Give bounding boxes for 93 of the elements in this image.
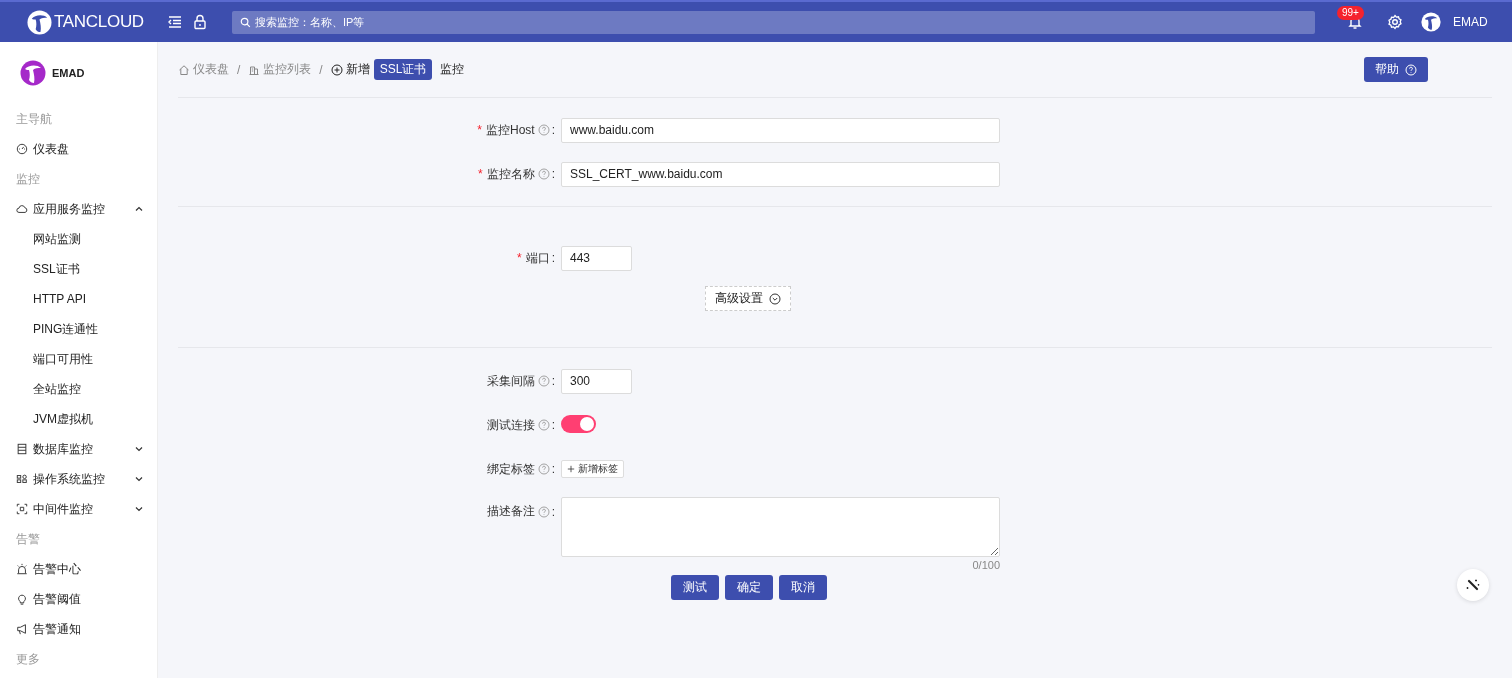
character-counter: 0/100 <box>972 559 1000 571</box>
label-colon: : <box>551 418 555 432</box>
breadcrumb-separator: / <box>237 62 241 77</box>
bulb-icon <box>16 593 28 605</box>
nav-item[interactable]: 全站监控 <box>0 374 157 404</box>
nav-item[interactable]: 仪表盘 <box>0 134 157 164</box>
description-field[interactable] <box>561 497 1000 557</box>
notification-badge: 99+ <box>1337 6 1364 20</box>
nav-item[interactable]: 操作系统监控 <box>0 464 157 494</box>
help-icon[interactable] <box>537 124 550 136</box>
nav-group-title: 告警 <box>15 531 41 548</box>
field-label: 监控Host <box>485 121 535 139</box>
logo-icon <box>27 9 52 35</box>
text-field[interactable]: www.baidu.com <box>561 117 1000 143</box>
nav-item[interactable]: 告警中心 <box>0 554 157 584</box>
breadcrumb-link[interactable]: 监控列表 <box>248 61 312 78</box>
required-mark: * <box>478 167 483 181</box>
menu-icon[interactable] <box>167 14 183 30</box>
action-button[interactable]: 确定 <box>725 575 773 600</box>
number-field[interactable]: 300 <box>561 368 632 394</box>
number-field[interactable]: 443 <box>561 245 632 271</box>
nav-item[interactable]: PING连通性 <box>0 314 157 344</box>
nav-item[interactable]: 应用服务监控 <box>0 194 157 224</box>
field-label: 测试连接 <box>486 416 535 434</box>
breadcrumb-current: 新增 <box>345 61 370 78</box>
nav-item[interactable]: SSL证书 <box>0 254 157 284</box>
plus-icon <box>567 465 575 473</box>
db-icon <box>16 443 28 455</box>
help-button[interactable]: 帮助 <box>1364 57 1428 82</box>
advanced-settings-button[interactable]: 高级设置 <box>705 286 791 311</box>
nav-item[interactable]: JVM虚拟机 <box>0 404 157 434</box>
label-colon: : <box>551 504 555 519</box>
breadcrumb-separator: / <box>319 62 323 77</box>
nav-item[interactable]: 网站监测 <box>0 224 157 254</box>
field-label: 采集间隔 <box>486 372 535 390</box>
alarm-icon <box>16 563 28 575</box>
chevron-down-circle-icon <box>769 292 781 305</box>
label-colon: : <box>551 374 555 388</box>
action-button[interactable]: 测试 <box>671 575 719 600</box>
lock-icon[interactable] <box>192 14 208 30</box>
cloud-icon <box>16 203 28 215</box>
breadcrumb-current: 监控 <box>440 61 465 78</box>
user-name: EMAD <box>52 67 85 79</box>
required-mark: * <box>477 123 482 137</box>
nav-item[interactable]: 端口可用性 <box>0 344 157 374</box>
breadcrumb-link[interactable]: 仪表盘 <box>178 61 229 78</box>
building-icon <box>248 63 261 76</box>
magic-wand-icon <box>1465 577 1481 593</box>
nav-item[interactable]: 数据库监控 <box>0 434 157 464</box>
add-tag-button[interactable]: 新增标签 <box>561 460 624 478</box>
mw-icon <box>16 503 28 515</box>
label-colon: : <box>551 123 555 137</box>
gauge-icon <box>16 143 28 155</box>
chevron-down-icon <box>135 505 143 513</box>
field-label: 描述备注 <box>486 503 535 520</box>
chevron-down-icon <box>135 475 143 483</box>
home-icon <box>178 63 190 76</box>
nav-group-title: 主导航 <box>15 111 53 128</box>
search-icon <box>240 16 251 28</box>
settings-icon[interactable] <box>1387 14 1403 30</box>
required-mark: * <box>517 251 522 265</box>
label-colon: : <box>551 167 555 181</box>
help-icon <box>1405 63 1417 76</box>
help-icon[interactable] <box>537 463 550 475</box>
help-icon[interactable] <box>537 375 550 387</box>
chevron-down-icon <box>135 445 143 453</box>
avatar-icon[interactable] <box>1421 12 1441 32</box>
help-icon[interactable] <box>537 419 550 431</box>
toggle-switch[interactable] <box>561 414 596 433</box>
chevron-up-icon <box>135 205 143 213</box>
magic-wand-button[interactable] <box>1457 569 1489 601</box>
action-button[interactable]: 取消 <box>779 575 827 600</box>
os-icon <box>16 473 28 485</box>
nav-item[interactable]: HTTP API <box>0 284 157 314</box>
help-icon[interactable] <box>537 505 550 518</box>
user-name[interactable]: EMAD <box>1453 15 1488 29</box>
field-label: 端口 <box>525 249 550 267</box>
label-colon: : <box>551 462 555 476</box>
nav-item[interactable]: 告警通知 <box>0 614 157 644</box>
help-icon[interactable] <box>537 168 550 180</box>
nav-group-title: 监控 <box>15 171 41 188</box>
horn-icon <box>16 623 28 635</box>
brand-name: TANCLOUD <box>54 12 144 32</box>
nav-item[interactable]: 中间件监控 <box>0 494 157 524</box>
plus-circle-icon <box>330 63 343 76</box>
text-field[interactable]: SSL_CERT_www.baidu.com <box>561 161 1000 187</box>
field-label: 绑定标签 <box>486 460 535 478</box>
nav-item[interactable]: 告警阈值 <box>0 584 157 614</box>
avatar-icon <box>20 60 46 86</box>
field-label: 监控名称 <box>486 165 535 183</box>
nav-group-title: 更多 <box>15 651 41 668</box>
monitor-type-tag: SSL证书 <box>373 59 433 80</box>
label-colon: : <box>551 251 555 265</box>
